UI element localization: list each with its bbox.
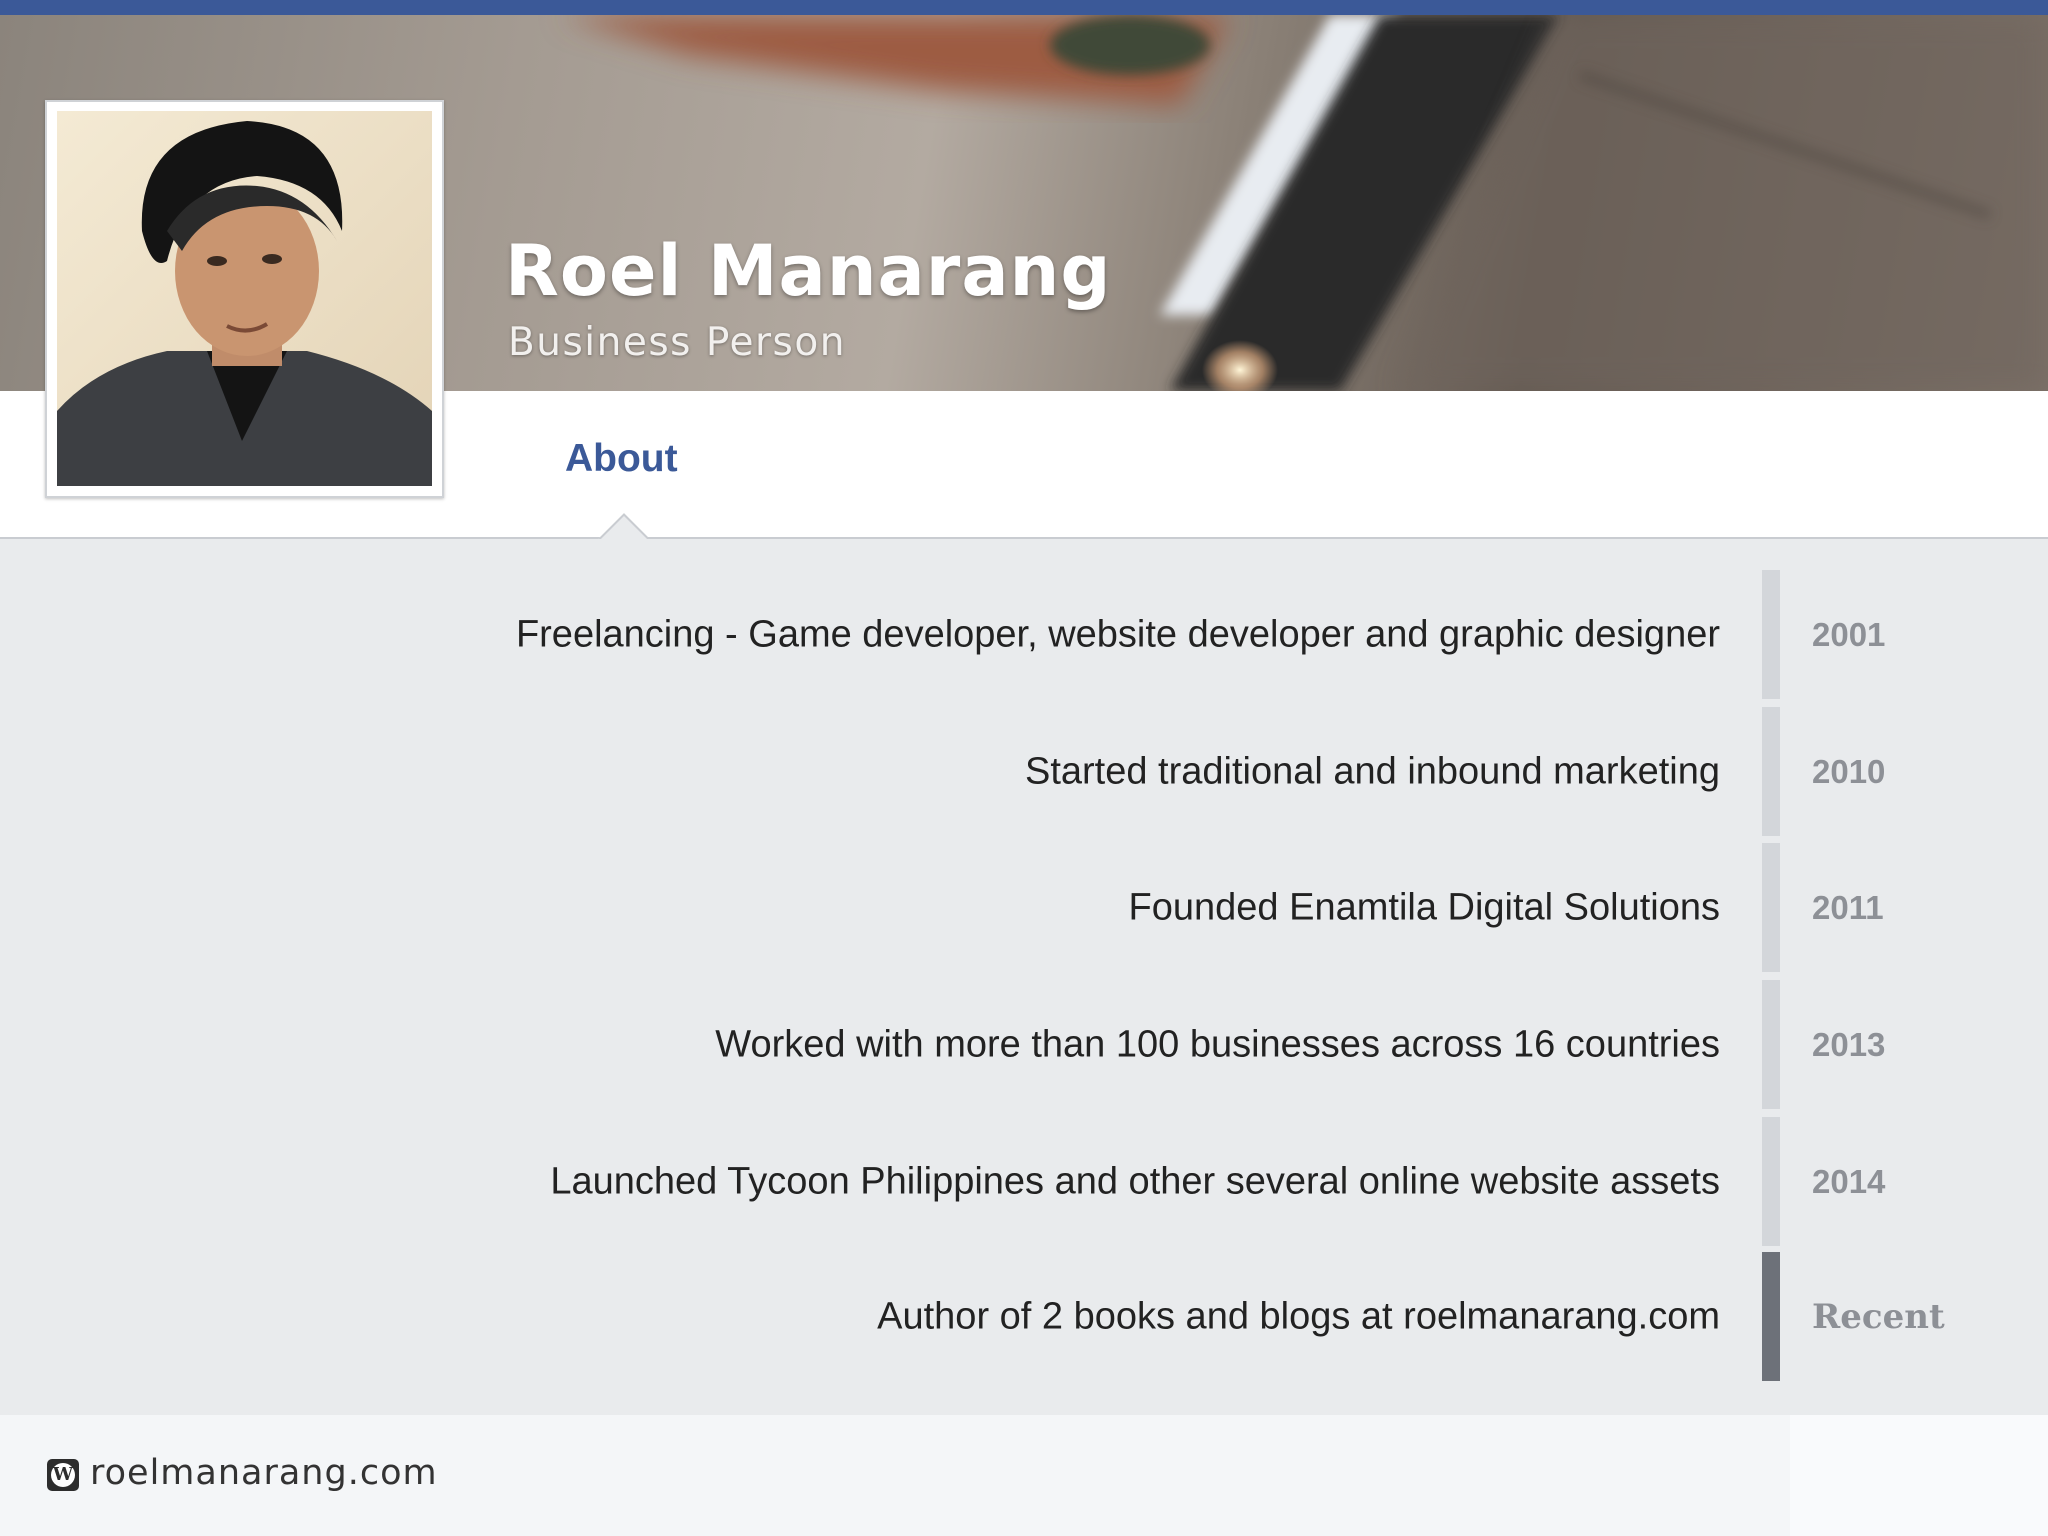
timeline-entry-text: Founded Enamtila Digital Solutions — [1128, 886, 1720, 928]
timeline-bar — [1762, 707, 1780, 836]
timeline-year-recent[interactable]: Recent — [1812, 1297, 1945, 1337]
timeline-year[interactable]: 2010 — [1812, 753, 1885, 791]
profile-avatar[interactable] — [45, 100, 444, 498]
timeline-year[interactable]: 2014 — [1812, 1163, 1885, 1201]
avatar-photo — [57, 111, 432, 486]
footer: W roelmanarang.com — [0, 1415, 2048, 1536]
timeline-bar-active — [1762, 1252, 1780, 1381]
timeline-entry: Founded Enamtila Digital Solutions 2011 — [0, 841, 2048, 974]
top-accent-bar — [0, 0, 2048, 15]
active-tab-pointer — [598, 511, 648, 539]
timeline-entry-text: Worked with more than 100 businesses acr… — [715, 1023, 1720, 1065]
timeline-entry: Worked with more than 100 businesses acr… — [0, 978, 2048, 1111]
timeline-year[interactable]: 2011 — [1812, 889, 1884, 927]
timeline-entry: Started traditional and inbound marketin… — [0, 705, 2048, 838]
footer-url[interactable]: roelmanarang.com — [90, 1453, 438, 1493]
wordpress-icon: W — [47, 1459, 79, 1491]
timeline-entry-text: Started traditional and inbound marketin… — [1024, 750, 1720, 792]
timeline-entry-text: Launched Tycoon Philippines and other se… — [550, 1160, 1720, 1202]
timeline-entry: Freelancing - Game developer, website de… — [0, 568, 2048, 701]
profile-name: Roel Manarang — [505, 230, 1112, 312]
footer-fade — [1790, 1415, 2048, 1536]
timeline-bar — [1762, 843, 1780, 972]
timeline-entry-text: Freelancing - Game developer, website de… — [515, 613, 1720, 655]
timeline-bar — [1762, 570, 1780, 699]
profile-title: Business Person — [508, 320, 846, 365]
timeline-bar — [1762, 1117, 1780, 1246]
timeline-entry: Launched Tycoon Philippines and other se… — [0, 1115, 2048, 1248]
timeline-year[interactable]: 2001 — [1812, 616, 1885, 654]
timeline-bar — [1762, 980, 1780, 1109]
timeline-entry-active: Author of 2 books and blogs at roelmanar… — [0, 1250, 2048, 1383]
timeline-year[interactable]: 2013 — [1812, 1026, 1885, 1064]
timeline-entry-text: Author of 2 books and blogs at roelmanar… — [877, 1295, 1720, 1337]
tab-about[interactable]: About — [565, 437, 678, 481]
